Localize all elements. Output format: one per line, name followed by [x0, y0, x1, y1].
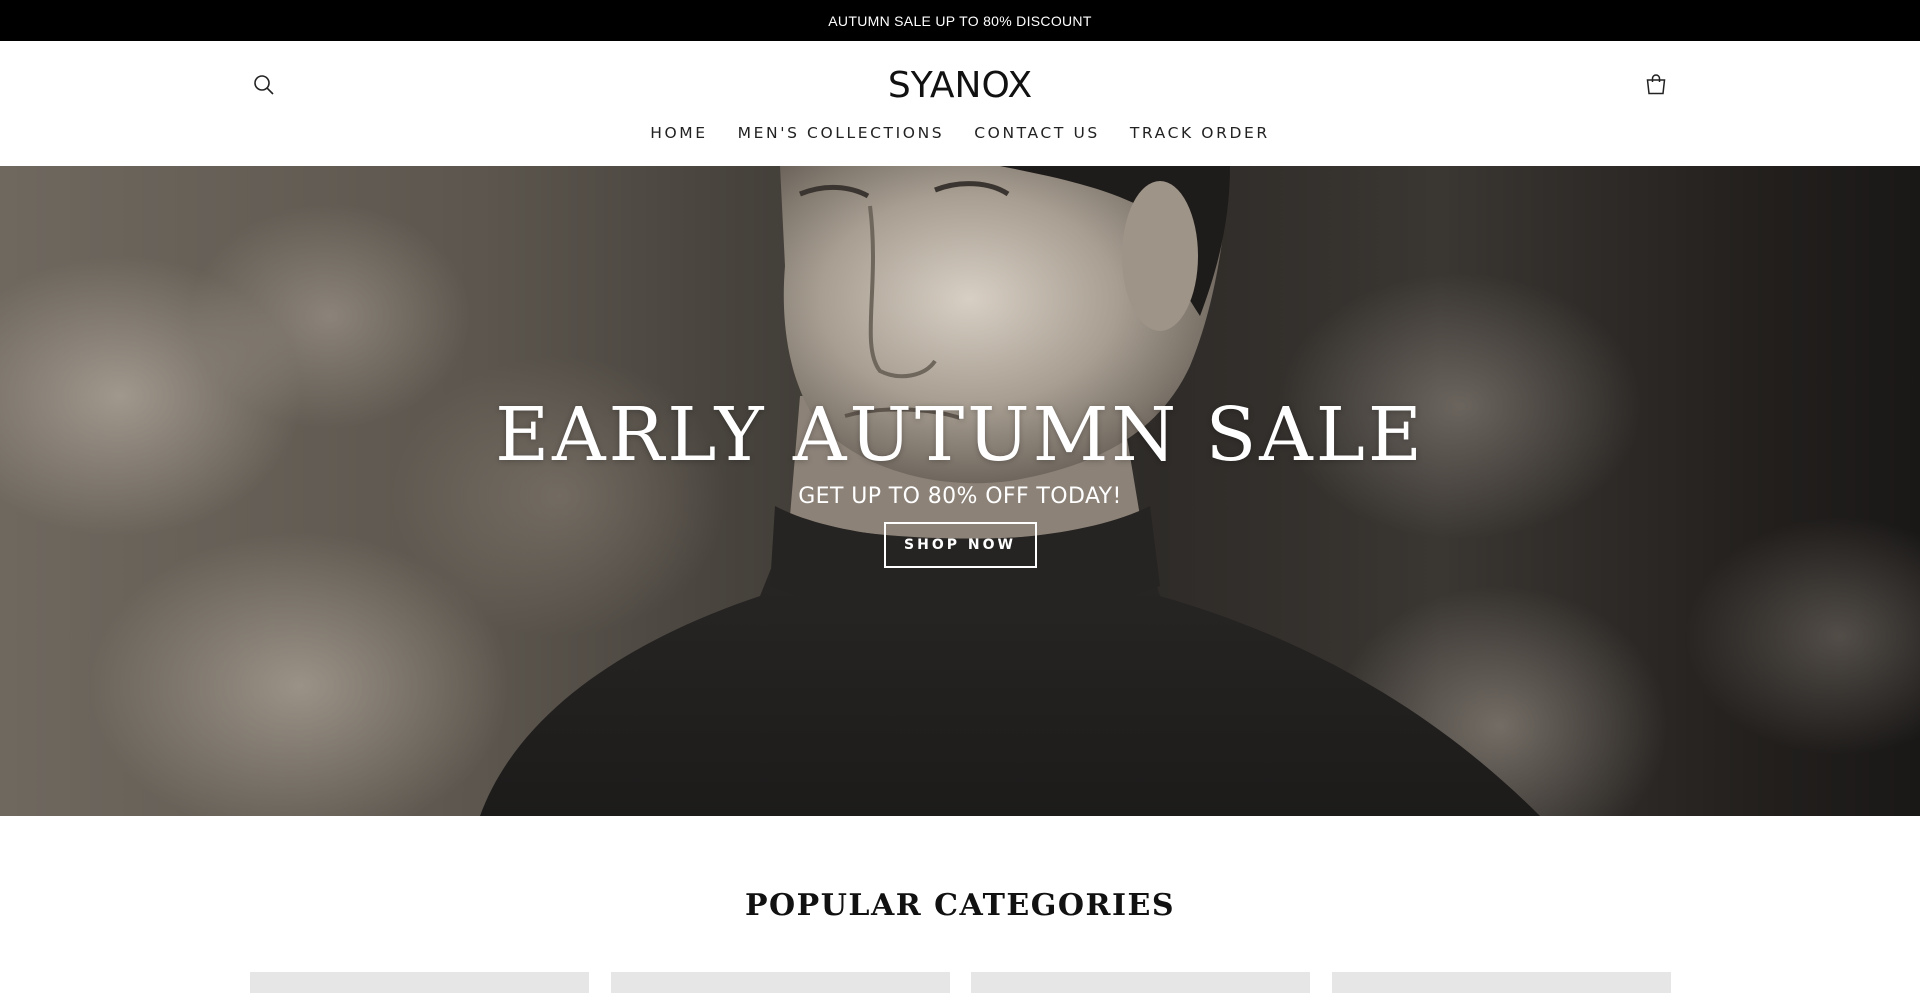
category-card[interactable]	[250, 972, 589, 993]
search-icon	[254, 75, 274, 95]
category-card[interactable]	[611, 972, 950, 993]
announcement-text: AUTUMN SALE UP TO 80% DISCOUNT	[828, 12, 1092, 29]
site-header: SYANOX HOME MEN'S COLLECTIONS CONTACT US…	[0, 41, 1920, 166]
category-card[interactable]	[1332, 972, 1671, 993]
cart-button[interactable]	[1642, 70, 1670, 98]
shop-now-button[interactable]: SHOP NOW	[883, 522, 1037, 568]
nav-item-track-order[interactable]: TRACK ORDER	[1115, 124, 1285, 142]
search-button[interactable]	[250, 71, 278, 99]
announcement-bar: AUTUMN SALE UP TO 80% DISCOUNT	[0, 0, 1920, 41]
nav-item-home[interactable]: HOME	[635, 124, 722, 142]
popular-categories-heading: POPULAR CATEGORIES	[744, 887, 1176, 923]
hero-banner: EARLY AUTUMN SALE GET UP TO 80% OFF TODA…	[0, 166, 1920, 816]
nav-item-mens-collections[interactable]: MEN'S COLLECTIONS	[723, 124, 960, 142]
hero-title: EARLY AUTUMN SALE	[495, 392, 1425, 478]
category-card[interactable]	[971, 972, 1310, 993]
main-navigation: HOME MEN'S COLLECTIONS CONTACT US TRACK …	[0, 119, 1920, 147]
hero-subtitle: GET UP TO 80% OFF TODAY!	[798, 484, 1122, 509]
shopping-bag-icon	[1646, 74, 1666, 95]
nav-item-contact-us[interactable]: CONTACT US	[959, 124, 1115, 142]
site-logo[interactable]: SYANOX	[860, 63, 1060, 107]
hero-content: EARLY AUTUMN SALE GET UP TO 80% OFF TODA…	[0, 391, 1920, 591]
